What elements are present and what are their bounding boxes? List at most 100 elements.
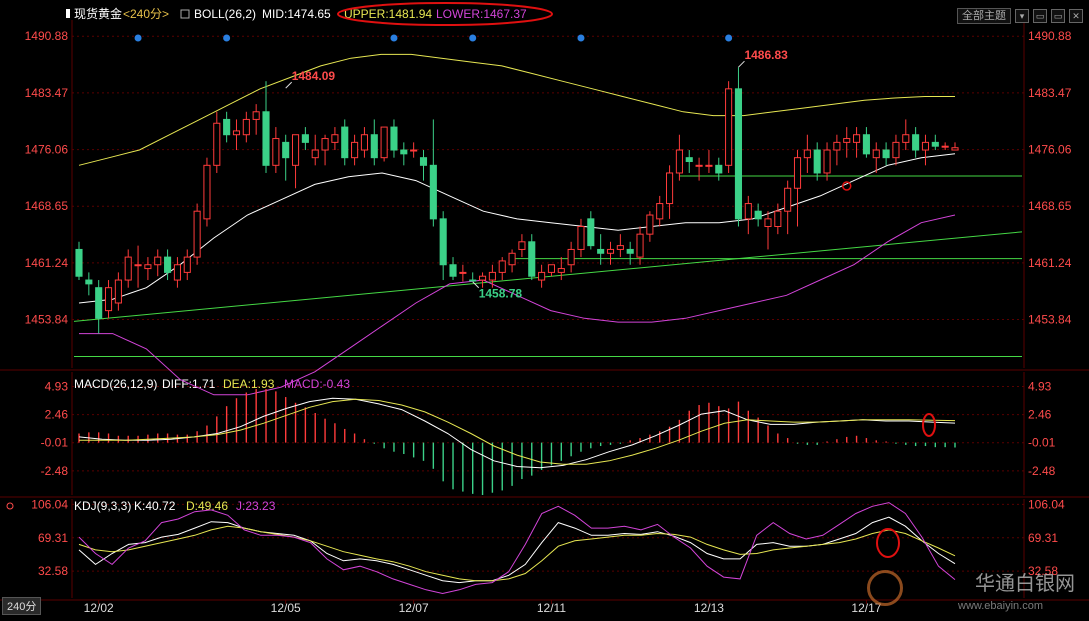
candle-body[interactable] bbox=[272, 138, 280, 166]
candle-body[interactable] bbox=[262, 111, 270, 166]
candle-body[interactable] bbox=[656, 203, 664, 220]
candle-body[interactable] bbox=[636, 233, 644, 258]
candle-body[interactable] bbox=[193, 210, 201, 258]
candle-body[interactable] bbox=[921, 141, 930, 151]
candle-body[interactable] bbox=[410, 149, 418, 152]
event-dot-icon[interactable] bbox=[469, 34, 477, 42]
candle-body[interactable] bbox=[232, 130, 241, 136]
candle-body[interactable] bbox=[626, 248, 634, 254]
candle-body[interactable] bbox=[351, 141, 359, 159]
candle-body[interactable] bbox=[567, 248, 575, 266]
candle-body[interactable] bbox=[813, 149, 821, 174]
candle-body[interactable] bbox=[439, 218, 447, 266]
candle-body[interactable] bbox=[134, 264, 142, 267]
candle-body[interactable] bbox=[124, 256, 132, 281]
candle-body[interactable] bbox=[164, 256, 172, 273]
candle-body[interactable] bbox=[301, 134, 309, 143]
candle-body[interactable] bbox=[577, 226, 585, 250]
candle-body[interactable] bbox=[95, 287, 103, 319]
candle-body[interactable] bbox=[646, 214, 654, 235]
candle-body[interactable] bbox=[429, 164, 437, 220]
candle-body[interactable] bbox=[341, 126, 349, 159]
candle-body[interactable] bbox=[793, 157, 802, 189]
candle-body[interactable] bbox=[744, 203, 752, 220]
candle-body[interactable] bbox=[823, 149, 831, 174]
candle-body[interactable] bbox=[764, 218, 772, 228]
candle-body[interactable] bbox=[715, 164, 723, 174]
candle-body[interactable] bbox=[941, 145, 949, 148]
candle-body[interactable] bbox=[705, 164, 713, 167]
candle-body[interactable] bbox=[518, 241, 526, 250]
candle-body[interactable] bbox=[606, 248, 615, 254]
candle-body[interactable] bbox=[85, 279, 93, 285]
event-dot-icon[interactable] bbox=[134, 34, 142, 42]
candle-body[interactable] bbox=[242, 118, 250, 136]
event-dot-icon[interactable] bbox=[390, 34, 398, 42]
maximize-button[interactable]: ▭ bbox=[1051, 9, 1065, 23]
minimize-button[interactable]: ▾ bbox=[1015, 9, 1029, 23]
period-selector[interactable]: 240分 bbox=[2, 597, 42, 615]
candle-body[interactable] bbox=[213, 122, 221, 166]
main-indicators-button[interactable]: 全部主题 bbox=[957, 8, 1011, 24]
candle-body[interactable] bbox=[685, 157, 693, 162]
candle-body[interactable] bbox=[833, 141, 841, 151]
restore-button[interactable]: ▭ bbox=[1033, 9, 1047, 23]
candle-body[interactable] bbox=[252, 111, 260, 120]
candle-body[interactable] bbox=[538, 271, 546, 281]
candle-body[interactable] bbox=[872, 149, 880, 159]
candle-body[interactable] bbox=[774, 210, 782, 228]
candle-body[interactable] bbox=[282, 141, 290, 159]
candle-body[interactable] bbox=[360, 134, 368, 151]
candle-body[interactable] bbox=[291, 134, 300, 166]
event-dot-icon[interactable] bbox=[223, 34, 231, 42]
candle-body[interactable] bbox=[380, 126, 388, 159]
candle-body[interactable] bbox=[75, 248, 83, 277]
candle-body[interactable] bbox=[725, 88, 733, 166]
candle-body[interactable] bbox=[370, 134, 378, 159]
candle-body[interactable] bbox=[892, 141, 900, 159]
candle-body[interactable] bbox=[144, 264, 152, 270]
candle-body[interactable] bbox=[547, 264, 556, 273]
candle-body[interactable] bbox=[173, 264, 181, 281]
chart-canvas[interactable]: 1490.88 1490.88 1483.47 1483.47 1476.06 1476.… bbox=[0, 0, 1089, 616]
candle-body[interactable] bbox=[853, 134, 861, 143]
candle-body[interactable] bbox=[419, 157, 428, 166]
candle-body[interactable] bbox=[862, 134, 870, 155]
candle-body[interactable] bbox=[734, 88, 743, 220]
candle-body[interactable] bbox=[400, 149, 408, 155]
candle-body[interactable] bbox=[557, 268, 565, 273]
event-dot-icon[interactable] bbox=[577, 34, 585, 42]
candle-body[interactable] bbox=[587, 218, 595, 247]
candle-body[interactable] bbox=[666, 172, 674, 205]
candle-body[interactable] bbox=[183, 256, 191, 273]
candle-body[interactable] bbox=[695, 164, 703, 167]
candle-body[interactable] bbox=[203, 164, 211, 220]
candle-body[interactable] bbox=[114, 279, 122, 304]
candle-body[interactable] bbox=[902, 134, 910, 143]
candle-body[interactable] bbox=[223, 118, 231, 136]
close-button[interactable]: ✕ bbox=[1069, 9, 1083, 23]
candle-body[interactable] bbox=[321, 138, 329, 151]
candle-body[interactable] bbox=[449, 264, 457, 277]
candle-body[interactable] bbox=[951, 147, 959, 151]
candle-body[interactable] bbox=[459, 271, 467, 274]
event-dot-icon[interactable] bbox=[725, 34, 733, 42]
candle-body[interactable] bbox=[882, 149, 890, 159]
candle-body[interactable] bbox=[843, 138, 851, 143]
candle-body[interactable] bbox=[754, 210, 762, 220]
candle-body[interactable] bbox=[675, 149, 683, 174]
candle-body[interactable] bbox=[528, 241, 536, 277]
candle-body[interactable] bbox=[390, 126, 398, 151]
candle-body[interactable] bbox=[331, 134, 339, 143]
candle-body[interactable] bbox=[931, 141, 939, 147]
candle-body[interactable] bbox=[469, 279, 477, 282]
candle-body[interactable] bbox=[803, 149, 811, 159]
candle-body[interactable] bbox=[616, 245, 624, 250]
candle-body[interactable] bbox=[488, 271, 496, 281]
candle-body[interactable] bbox=[478, 275, 487, 281]
candle-body[interactable] bbox=[784, 187, 792, 212]
candle-body[interactable] bbox=[498, 260, 506, 273]
candle-body[interactable] bbox=[104, 287, 113, 312]
candle-body[interactable] bbox=[154, 256, 162, 266]
candle-body[interactable] bbox=[912, 134, 920, 151]
